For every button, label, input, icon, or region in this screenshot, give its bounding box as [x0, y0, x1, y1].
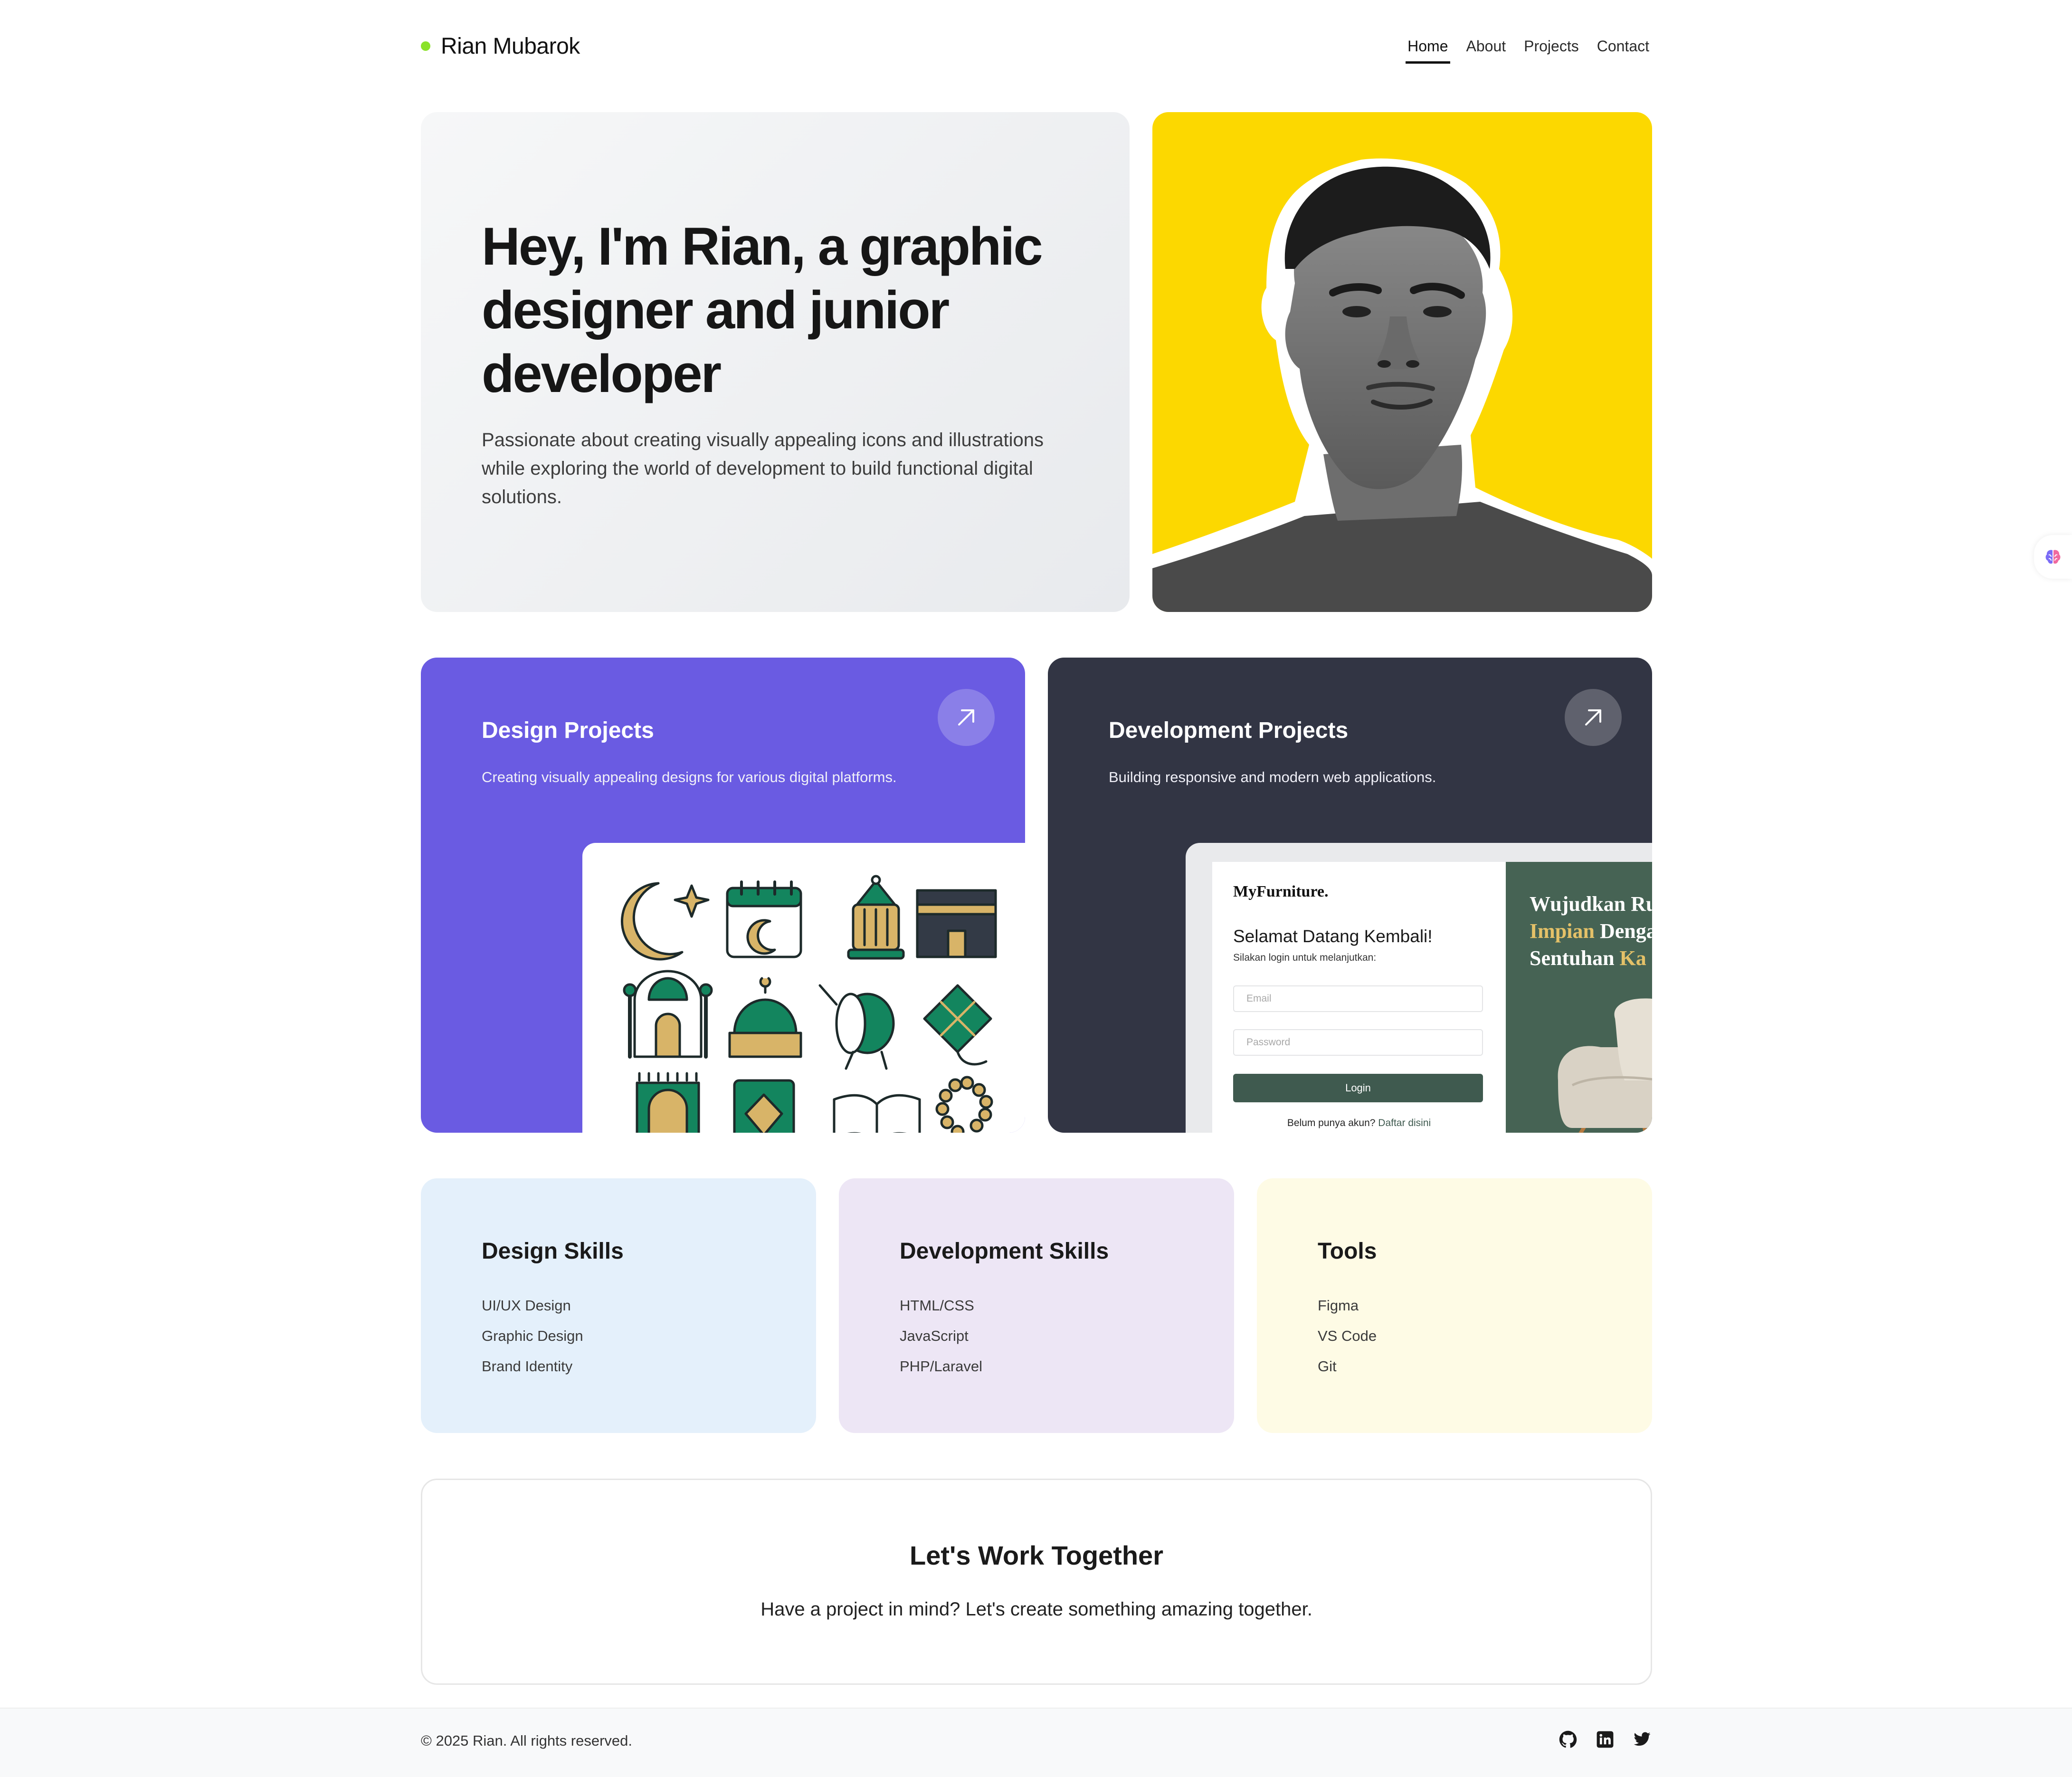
mosque-dome-icon — [728, 977, 802, 1058]
email-field: Email — [1233, 985, 1483, 1012]
hero-subtitle: Passionate about creating visually appea… — [482, 430, 1044, 507]
open-book-icon — [833, 1094, 921, 1133]
hero-card: Hey, I'm Rian, a graphic designer and ju… — [421, 112, 1130, 612]
portrait-illustration — [1152, 158, 1652, 612]
cta-title: Let's Work Together — [910, 1540, 1163, 1570]
kaaba-icon — [916, 889, 997, 958]
list-item: JavaScript — [900, 1328, 969, 1344]
development-projects-card[interactable]: Development Projects Building responsive… — [1048, 658, 1652, 1133]
brand-name: Rian Mubarok — [441, 33, 580, 59]
site-footer: © 2025 Rian. All rights reserved. — [0, 1708, 2072, 1777]
myfurniture-logo: MyFurniture. — [1233, 883, 1329, 900]
extension-side-tab[interactable] — [2034, 535, 2072, 579]
site-brand[interactable]: Rian Mubarok — [421, 29, 580, 63]
login-panel: MyFurniture. Selamat Datang Kembali! Sil… — [1212, 862, 1506, 1133]
prayer-mat-icon — [636, 1072, 700, 1133]
password-field: Password — [1233, 1029, 1483, 1056]
ramadan-icon-set — [621, 875, 997, 1133]
list-item: Figma — [1318, 1297, 1359, 1314]
laptop-mockup: MyFurniture. Selamat Datang Kembali! Sil… — [1186, 843, 1652, 1133]
copyright-text: © 2025 Rian. All rights reserved. — [421, 1732, 633, 1749]
list-item: Git — [1318, 1358, 1337, 1375]
development-skills-list: HTML/CSS JavaScript PHP/Laravel — [900, 1290, 982, 1382]
register-prompt: Belum punya akun? Daftar disini — [1212, 1118, 1506, 1129]
nav-projects[interactable]: Projects — [1522, 38, 1581, 55]
list-item: Graphic Design — [482, 1328, 583, 1344]
linkedin-icon[interactable] — [1596, 1730, 1614, 1748]
tools-title: Tools — [1318, 1239, 1377, 1264]
design-projects-description: Creating visually appealing designs for … — [482, 769, 897, 785]
nav-home[interactable]: Home — [1406, 38, 1450, 64]
list-item: UI/UX Design — [482, 1297, 571, 1314]
list-item: PHP/Laravel — [900, 1358, 983, 1375]
icon-set-preview — [582, 843, 1025, 1133]
list-item: HTML/CSS — [900, 1297, 974, 1314]
mosque-icon — [623, 970, 713, 1059]
brain-icon — [2045, 550, 2061, 564]
brand-dot — [421, 41, 430, 51]
main-nav: Home About Projects Contact — [1406, 29, 1651, 64]
login-button: Login — [1233, 1074, 1483, 1102]
design-projects-card[interactable]: Design Projects Creating visually appeal… — [421, 658, 1025, 1133]
development-projects-description: Building responsive and modern web appli… — [1109, 769, 1436, 785]
portrait-photo — [1152, 112, 1652, 612]
furniture-hero-panel: Wujudkan Ru Impian Denga Sentuhan Ka — [1506, 862, 1652, 1133]
design-skills-card: Design Skills UI/UX Design Graphic Desig… — [421, 1178, 816, 1433]
tools-card: Tools Figma VS Code Git — [1257, 1178, 1652, 1433]
hero-title: Hey, I'm Rian, a graphic designer and ju… — [482, 217, 1043, 403]
prayer-beads-icon — [935, 1076, 993, 1133]
github-icon[interactable] — [1559, 1730, 1577, 1748]
contact-cta-card: Let's Work Together Have a project in mi… — [421, 1479, 1652, 1685]
arrow-up-right-icon — [1585, 709, 1601, 726]
design-projects-arrow-button[interactable] — [938, 689, 995, 746]
nav-about[interactable]: About — [1464, 38, 1508, 55]
quran-icon — [733, 1079, 795, 1133]
development-skills-card: Development Skills HTML/CSS JavaScript P… — [839, 1178, 1234, 1433]
register-link: Daftar disini — [1378, 1118, 1431, 1128]
armchair-illustration — [1558, 998, 1652, 1133]
login-welcome: Selamat Datang Kembali! — [1233, 927, 1433, 946]
social-links — [1559, 1730, 1651, 1748]
crescent-star-icon — [621, 882, 710, 961]
ketupat-icon — [923, 984, 992, 1066]
development-projects-title: Development Projects — [1109, 718, 1349, 743]
calendar-icon — [726, 880, 802, 958]
design-projects-title: Design Projects — [482, 718, 654, 743]
myfurniture-login-preview: MyFurniture. Selamat Datang Kembali! Sil… — [1212, 862, 1652, 1133]
development-projects-arrow-button[interactable] — [1565, 689, 1622, 746]
login-instruction: Silakan login untuk melanjutkan: — [1233, 952, 1377, 963]
design-skills-list: UI/UX Design Graphic Design Brand Identi… — [482, 1290, 583, 1382]
twitter-icon[interactable] — [1633, 1730, 1651, 1748]
cta-subtitle: Have a project in mind? Let's create som… — [760, 1599, 1312, 1620]
design-skills-title: Design Skills — [482, 1239, 624, 1264]
tools-list: Figma VS Code Git — [1318, 1290, 1377, 1382]
lantern-icon — [847, 875, 905, 960]
register-text: Belum punya akun? — [1287, 1118, 1376, 1128]
development-skills-title: Development Skills — [900, 1239, 1109, 1264]
list-item: Brand Identity — [482, 1358, 573, 1375]
drum-icon — [818, 984, 895, 1070]
list-item: VS Code — [1318, 1328, 1377, 1344]
arrow-up-right-icon — [958, 709, 974, 726]
nav-contact[interactable]: Contact — [1595, 38, 1651, 55]
